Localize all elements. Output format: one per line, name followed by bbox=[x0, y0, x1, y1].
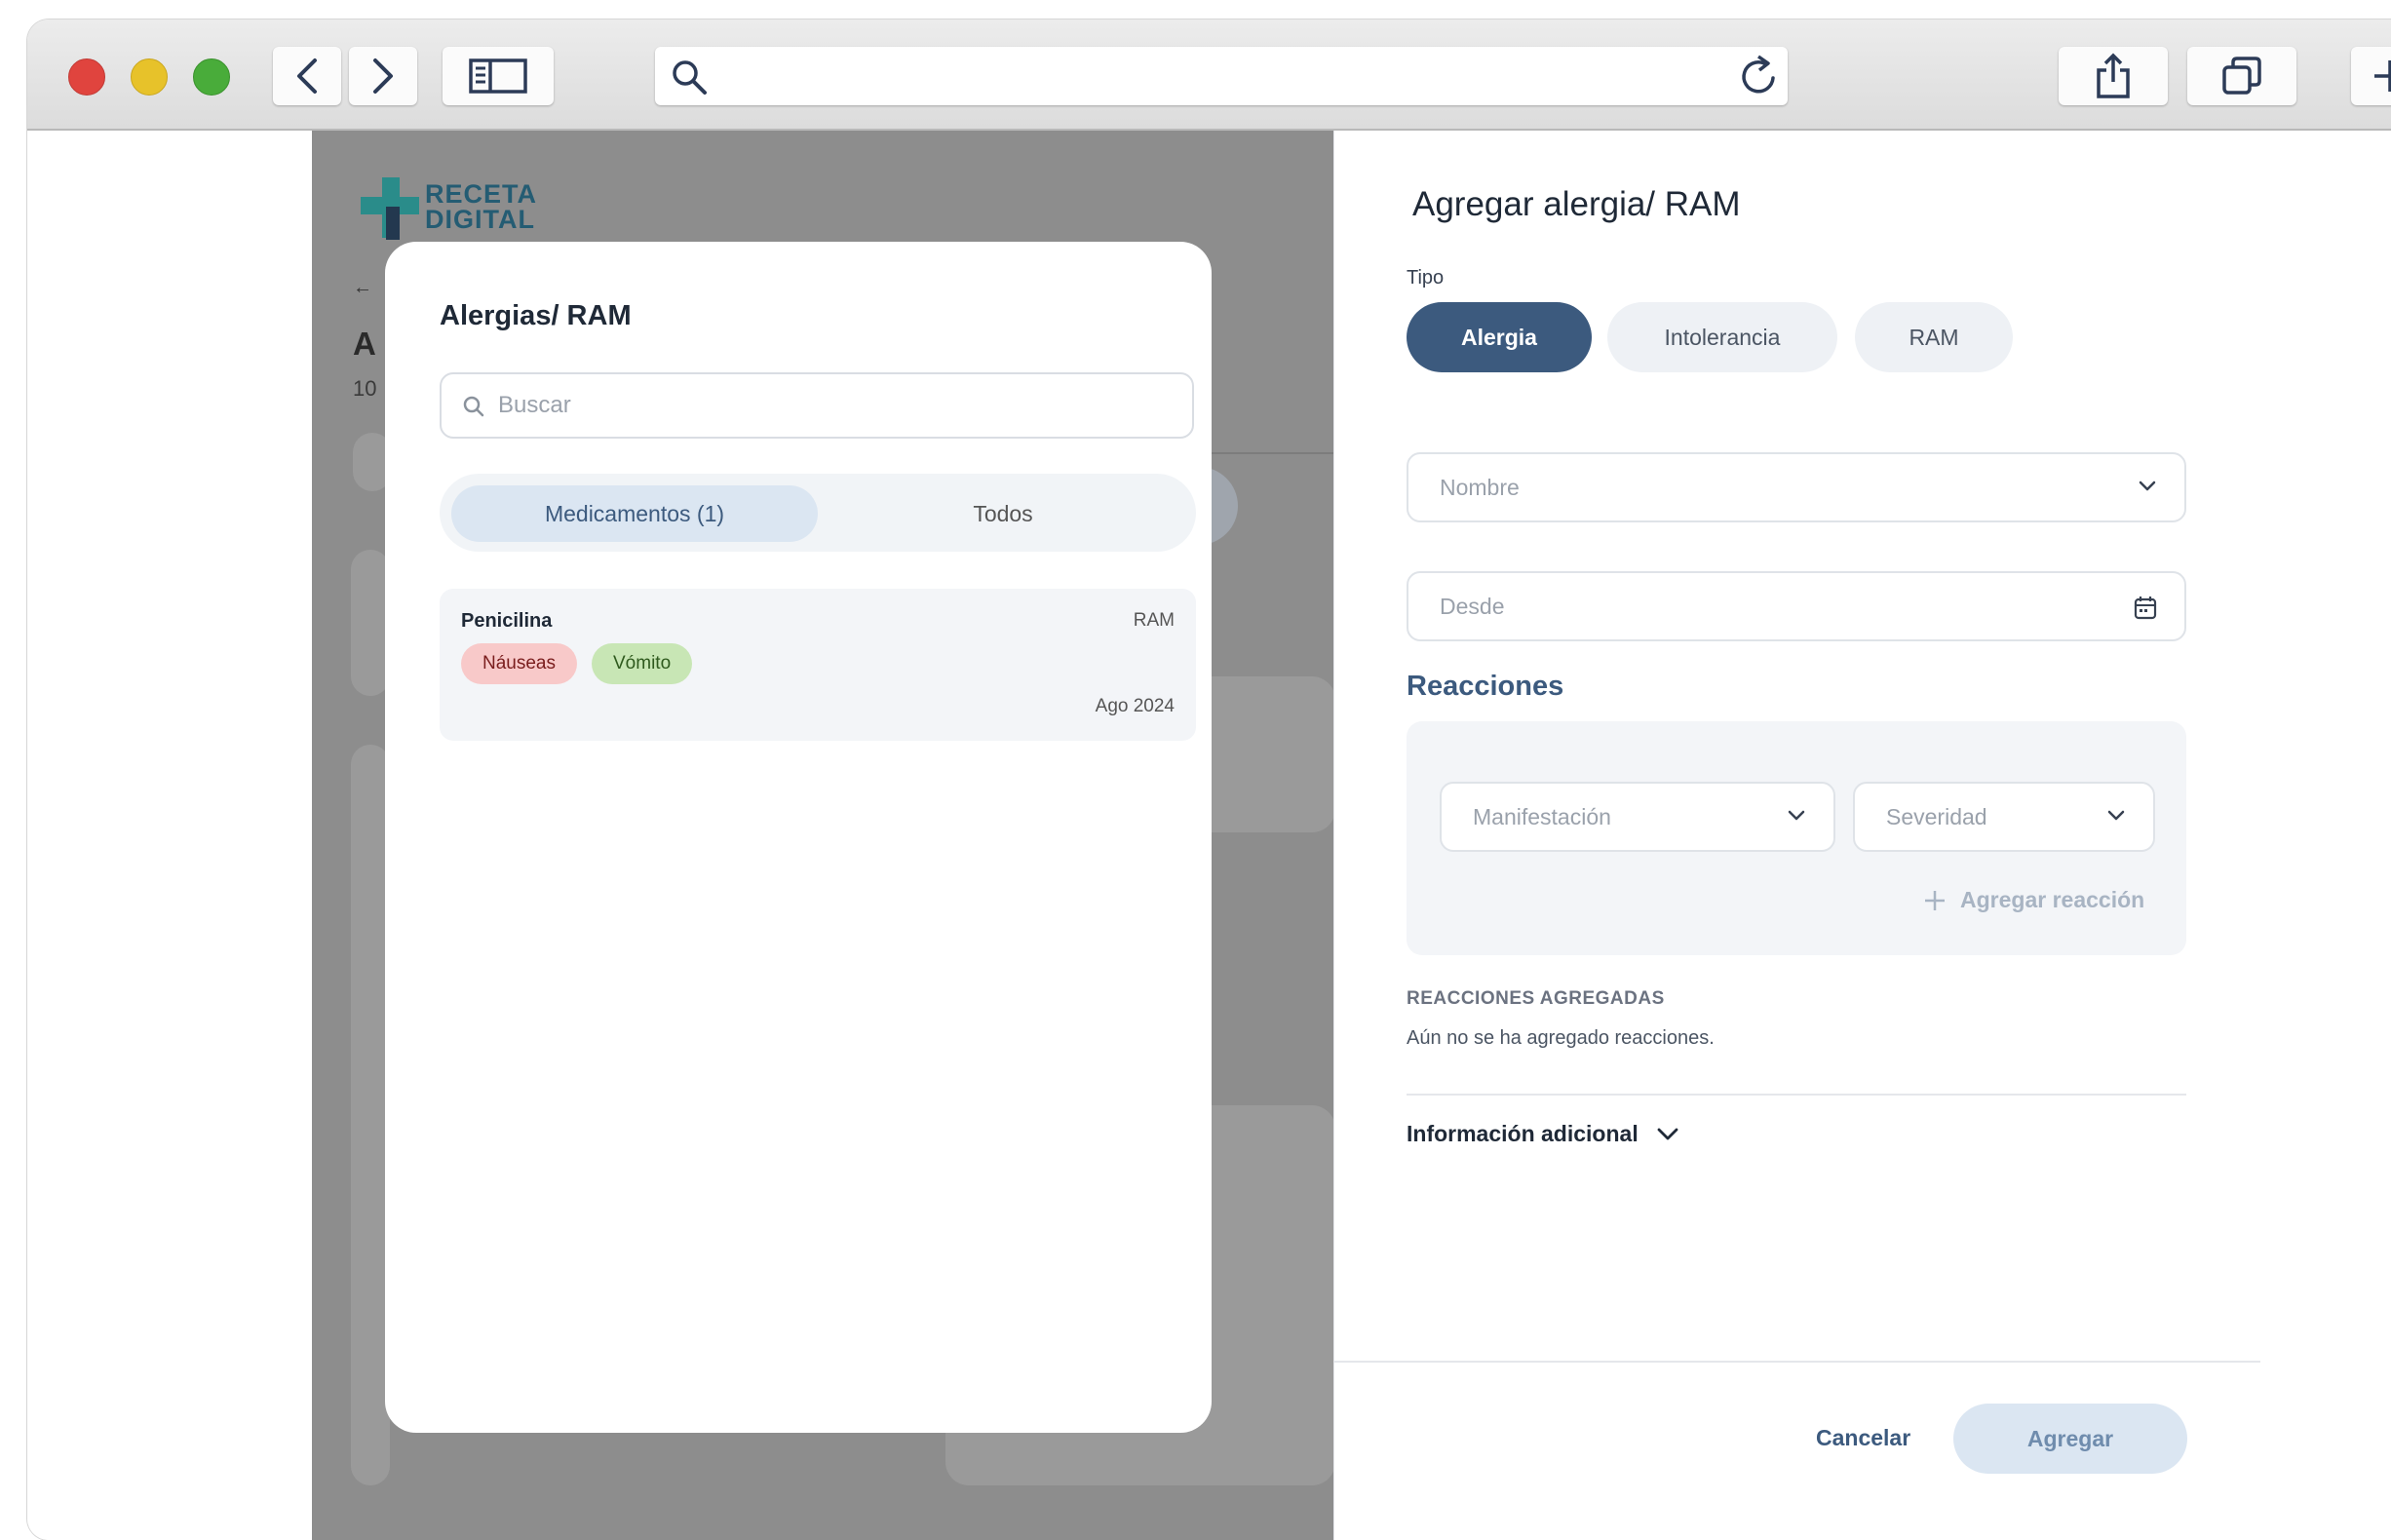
search-icon bbox=[671, 58, 708, 96]
zoom-window-button[interactable] bbox=[193, 58, 230, 96]
sidebar-toggle-button[interactable] bbox=[443, 47, 554, 105]
manifestacion-select[interactable]: Manifestación bbox=[1440, 782, 1835, 852]
plus-icon bbox=[1923, 889, 1947, 912]
severidad-select[interactable]: Severidad bbox=[1853, 782, 2155, 852]
additional-info-label: Información adicional bbox=[1407, 1121, 1639, 1146]
desde-date-input[interactable]: Desde bbox=[1407, 571, 2186, 641]
submit-button[interactable]: Agregar bbox=[1953, 1404, 2187, 1474]
chevron-down-icon bbox=[1656, 1127, 1679, 1142]
nombre-placeholder: Nombre bbox=[1440, 474, 1520, 500]
background-heading: A bbox=[353, 326, 376, 362]
panel-title: Agregar alergia/ RAM bbox=[1412, 185, 1741, 223]
add-allergy-panel: Agregar alergia/ RAM Tipo Alergia Intole… bbox=[1333, 131, 2391, 1540]
search-placeholder: Buscar bbox=[498, 392, 571, 418]
tab-todos[interactable]: Todos bbox=[820, 485, 1186, 542]
background-subtext: 10 bbox=[353, 376, 377, 401]
forward-icon bbox=[369, 57, 397, 96]
back-link-glyph[interactable]: ← bbox=[353, 277, 372, 299]
tab-medicamentos[interactable]: Medicamentos (1) bbox=[451, 485, 818, 542]
search-input[interactable]: Buscar bbox=[440, 372, 1194, 439]
tabs-overview-button[interactable] bbox=[2187, 47, 2296, 105]
reaction-form-box: Manifestación Severidad Agregar reacción bbox=[1407, 721, 2186, 955]
tipo-option-ram[interactable]: RAM bbox=[1855, 302, 2013, 372]
forward-button[interactable] bbox=[349, 47, 417, 105]
nombre-select[interactable]: Nombre bbox=[1407, 452, 2186, 522]
allergy-type: RAM bbox=[1133, 610, 1175, 631]
chevron-down-icon bbox=[2138, 480, 2157, 493]
web-page: RECETA DIGITAL ← A 10 Alergias/ RAM Busc… bbox=[27, 131, 2391, 1540]
background-card bbox=[351, 745, 390, 1485]
tipo-label: Tipo bbox=[1407, 267, 1445, 289]
desde-placeholder: Desde bbox=[1440, 593, 1505, 619]
footer-divider bbox=[1334, 1361, 2260, 1363]
allergy-name: Penicilina bbox=[461, 610, 553, 632]
allergy-list-item[interactable]: Penicilina RAM Náuseas Vómito Ago 2024 bbox=[440, 589, 1196, 741]
tipo-option-intolerancia[interactable]: Intolerancia bbox=[1607, 302, 1837, 372]
new-tab-button[interactable] bbox=[2351, 47, 2391, 105]
allergy-date: Ago 2024 bbox=[1095, 696, 1175, 716]
allergies-modal: Alergias/ RAM Buscar Medicamentos (1) To… bbox=[385, 242, 1212, 1433]
search-icon bbox=[463, 396, 484, 417]
tabs-icon bbox=[2221, 56, 2262, 96]
browser-toolbar bbox=[27, 19, 2391, 131]
added-reactions-empty: Aún no se ha agregado reacciones. bbox=[1407, 1027, 1715, 1049]
share-button[interactable] bbox=[2059, 47, 2168, 105]
back-icon bbox=[293, 57, 321, 96]
reaction-tag: Náuseas bbox=[461, 643, 577, 684]
reacciones-title: Reacciones bbox=[1407, 671, 1564, 702]
additional-info-toggle[interactable]: Información adicional bbox=[1407, 1121, 1679, 1147]
receta-digital-logo bbox=[361, 177, 423, 240]
new-tab-icon bbox=[2371, 57, 2391, 96]
calendar-icon[interactable] bbox=[2134, 595, 2157, 620]
added-reactions-title: REACCIONES AGREGADAS bbox=[1407, 988, 1665, 1009]
back-button[interactable] bbox=[273, 47, 341, 105]
add-reaction-label: Agregar reacción bbox=[1960, 887, 2145, 912]
background-card bbox=[351, 550, 390, 696]
close-window-button[interactable] bbox=[68, 58, 105, 96]
reaction-tag: Vómito bbox=[592, 643, 693, 684]
browser-window: RECETA DIGITAL ← A 10 Alergias/ RAM Busc… bbox=[27, 19, 2391, 1540]
sidebar-icon bbox=[469, 58, 527, 94]
logo-text-line1: RECETA bbox=[425, 179, 538, 209]
tipo-option-alergia[interactable]: Alergia bbox=[1407, 302, 1592, 372]
divider bbox=[1407, 1094, 2186, 1096]
chevron-down-icon bbox=[2106, 809, 2126, 823]
severidad-placeholder: Severidad bbox=[1886, 803, 1987, 829]
share-icon bbox=[2094, 53, 2133, 99]
address-bar[interactable] bbox=[655, 47, 1788, 105]
logo-text-line2: DIGITAL bbox=[425, 205, 535, 234]
filter-tabs: Medicamentos (1) Todos bbox=[440, 474, 1196, 552]
modal-title: Alergias/ RAM bbox=[440, 300, 632, 331]
manifestacion-placeholder: Manifestación bbox=[1473, 803, 1611, 829]
cancel-button[interactable]: Cancelar bbox=[1816, 1425, 1910, 1451]
reload-icon[interactable] bbox=[1739, 55, 1780, 97]
minimize-window-button[interactable] bbox=[131, 58, 168, 96]
add-reaction-button[interactable]: Agregar reacción bbox=[1923, 887, 2144, 913]
chevron-down-icon bbox=[1787, 809, 1806, 823]
